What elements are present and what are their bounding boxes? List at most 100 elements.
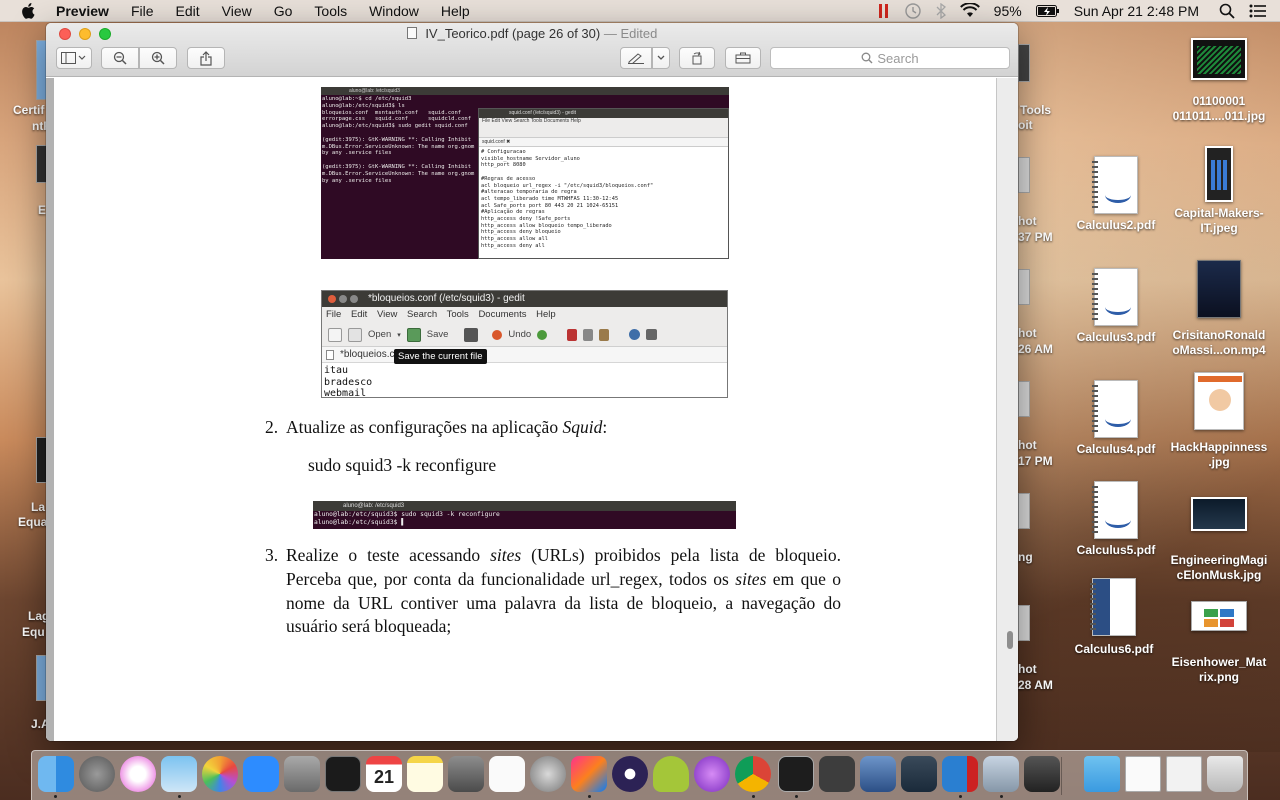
edited-status[interactable]: — Edited — [604, 26, 657, 41]
menu-tools[interactable]: Tools — [303, 0, 358, 22]
preview-app-icon[interactable] — [161, 756, 197, 792]
trash-icon[interactable] — [1207, 756, 1243, 792]
desktop-label-fragment: La — [31, 500, 46, 514]
desktop-file-hackhappiness[interactable]: HackHappinness .jpg — [1164, 372, 1274, 470]
wifi-icon[interactable] — [953, 0, 987, 22]
desktop-file-cristiano-mp4[interactable]: CrisitanoRonald oMassi...on.mp4 — [1164, 260, 1274, 358]
itunes-icon[interactable] — [120, 756, 156, 792]
window-titlebar[interactable]: IV_Teorico.pdf (page 26 of 30) — Edited — [46, 23, 1018, 77]
desktop-file-capital-makers[interactable]: Capital-Makers- IT.jpeg — [1164, 146, 1274, 236]
reminders-icon[interactable] — [489, 756, 525, 792]
application-folder-icon[interactable] — [1084, 756, 1120, 792]
terminal-output: aluno@lab:~$ cd /etc/squid3 aluno@lab:/e… — [322, 96, 475, 184]
markup-dropdown-button[interactable] — [652, 47, 670, 69]
desktop-label-fragment: Equa — [18, 515, 48, 529]
calculator-icon[interactable] — [448, 756, 484, 792]
time-machine-icon[interactable] — [897, 0, 929, 22]
gedit-menu-item: File — [326, 309, 342, 320]
embedded-screenshot-bloqueios: *bloqueios.conf (/etc/squid3) - gedit Fi… — [321, 290, 728, 398]
desktop-file-binary-jpg[interactable]: 01100001 011011....011.jpg — [1164, 38, 1274, 124]
display-manager-icon[interactable] — [1024, 756, 1060, 792]
desktop-label-fragment: 26 AM — [1018, 342, 1053, 356]
intellij-icon[interactable] — [571, 756, 607, 792]
menu-edit[interactable]: Edit — [165, 0, 211, 22]
item2-italic: Squid — [562, 417, 603, 437]
calendar-icon[interactable]: 21 — [366, 756, 402, 792]
system-preferences-icon[interactable] — [79, 756, 115, 792]
share-icon — [200, 50, 212, 66]
desktop-file-eisenhower[interactable]: Eisenhower_Mat rix.png — [1164, 601, 1274, 685]
spotlight-icon[interactable] — [1212, 0, 1242, 22]
markup-pen-button[interactable] — [620, 47, 652, 69]
desktop-file-calculus2[interactable]: Calculus2.pdf — [1061, 156, 1171, 233]
desktop-label-fragment: hot — [1018, 214, 1037, 228]
window-title-text: IV_Teorico.pdf (page 26 of 30) — [425, 26, 601, 41]
keynote-icon[interactable] — [284, 756, 320, 792]
scrollbar-thumb[interactable] — [1007, 631, 1013, 649]
photos-icon[interactable] — [202, 756, 238, 792]
finder-icon[interactable] — [38, 756, 74, 792]
android-studio-icon[interactable] — [653, 756, 689, 792]
share-button[interactable] — [187, 47, 225, 69]
notification-center-icon[interactable] — [1242, 0, 1274, 22]
zoom-in-button[interactable] — [139, 47, 177, 69]
menu-app-name[interactable]: Preview — [56, 0, 120, 22]
desktop-file-calculus3[interactable]: Calculus3.pdf — [1061, 268, 1171, 345]
document-stack-icon[interactable] — [1125, 756, 1161, 792]
menu-file[interactable]: File — [120, 0, 165, 22]
pdf-page-view[interactable]: aluno@lab: /etc/squid3 aluno@lab:~$ cd /… — [46, 78, 1018, 741]
launchpad-icon[interactable] — [530, 756, 566, 792]
desktop-file-calculus5[interactable]: Calculus5.pdf — [1061, 481, 1171, 558]
zoom-icon[interactable] — [243, 756, 279, 792]
document-stack-icon[interactable] — [1166, 756, 1202, 792]
notes-icon[interactable] — [407, 756, 443, 792]
desktop-file-label: Calculus5.pdf — [1076, 543, 1156, 557]
terminal-title: aluno@lab: /etc/squid3 — [349, 88, 400, 94]
desktop-label-fragment: 28 AM — [1018, 678, 1053, 692]
search-input[interactable]: Search — [770, 47, 1010, 69]
image-capture-icon[interactable] — [983, 756, 1019, 792]
podcast-icon[interactable] — [694, 756, 730, 792]
parallels-icon[interactable] — [901, 756, 937, 792]
menu-bar: Preview File Edit View Go Tools Window H… — [0, 0, 1280, 22]
parallels-windows-icon[interactable] — [942, 756, 978, 792]
gedit-window-squid: squid.conf (/etc/squid3) - gedit File Ed… — [478, 108, 729, 259]
zoom-in-icon — [151, 51, 165, 65]
toolbox-button[interactable] — [725, 47, 761, 69]
virtualbox-icon[interactable] — [860, 756, 896, 792]
desktop-fragment — [1018, 44, 1030, 82]
list-number: 3. — [265, 545, 279, 565]
apple-icon[interactable] — [18, 1, 38, 21]
sublime-text-icon[interactable] — [819, 756, 855, 792]
bluetooth-icon[interactable] — [929, 0, 953, 22]
sidebar-toggle-button[interactable] — [56, 47, 92, 69]
menu-view[interactable]: View — [211, 0, 263, 22]
zoom-out-button[interactable] — [101, 47, 139, 69]
terminal-icon[interactable] — [778, 756, 814, 792]
clock[interactable]: Sun Apr 21 2:48 PM — [1067, 0, 1206, 22]
cut-icon — [567, 328, 578, 341]
desktop-label-fragment: Certif — [13, 103, 45, 117]
menu-window[interactable]: Window — [358, 0, 430, 22]
item3-italic: sites — [735, 568, 767, 589]
desktop-file-engineering-magic[interactable]: EngineeringMagi cElonMusk.jpg — [1164, 497, 1274, 583]
gedit-toolbar: Open ▾ Save Undo — [322, 323, 727, 347]
embedded-screenshot-squid-conf: aluno@lab: /etc/squid3 aluno@lab:~$ cd /… — [321, 87, 729, 259]
desktop-file-calculus6[interactable]: Calculus6.pdf — [1059, 578, 1169, 657]
eclipse-icon[interactable] — [612, 756, 648, 792]
gedit-menu-item: Help — [536, 309, 556, 320]
desktop-label-fragment: hot — [1018, 326, 1037, 340]
menu-go[interactable]: Go — [263, 0, 304, 22]
activity-monitor-icon[interactable] — [325, 756, 361, 792]
chrome-icon[interactable] — [735, 756, 771, 792]
desktop-file-label: 01100001 011011....011.jpg — [1172, 94, 1266, 123]
desktop-file-calculus4[interactable]: Calculus4.pdf — [1061, 380, 1171, 457]
menu-help[interactable]: Help — [430, 0, 481, 22]
pause-icon[interactable] — [871, 0, 897, 22]
battery-icon[interactable] — [1029, 0, 1067, 22]
image-thumbnail-icon — [1191, 601, 1247, 631]
rotate-button[interactable] — [679, 47, 715, 69]
gedit-content: itau bradesco webmail — [324, 365, 373, 398]
desktop-file-label: Eisenhower_Mat rix.png — [1171, 655, 1267, 684]
image-thumbnail-icon — [1205, 146, 1233, 202]
